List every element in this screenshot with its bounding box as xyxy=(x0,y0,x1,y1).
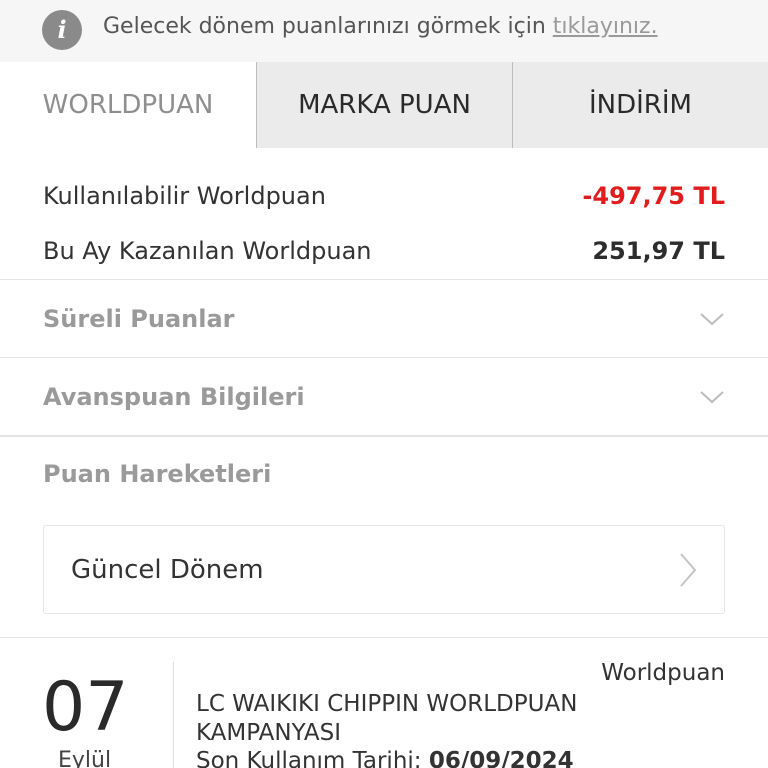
period-label: Güncel Dönem xyxy=(71,554,264,585)
advance-points-title: Avanspuan Bilgileri xyxy=(43,383,305,411)
chevron-right-icon xyxy=(680,552,697,587)
available-points-value: -497,75 TL xyxy=(582,182,725,210)
tab-worldpuan[interactable]: WORLDPUAN xyxy=(0,62,256,148)
earned-points-label: Bu Ay Kazanılan Worldpuan xyxy=(43,237,372,265)
info-icon: i xyxy=(42,10,82,50)
entry-expiry-value: 06/09/2024 xyxy=(428,748,574,768)
entry-month: Eylül xyxy=(58,748,112,768)
entry-title: LC WAIKIKI CHIPPIN WORLDPUAN KAMPANYASI xyxy=(196,691,578,746)
tab-indirim[interactable]: İNDİRİM xyxy=(512,62,768,148)
tab-marka-puan[interactable]: MARKA PUAN xyxy=(256,62,512,148)
info-message-text: Gelecek dönem puanlarınızı görmek için xyxy=(103,14,553,39)
timed-points-accordion[interactable]: Süreli Puanlar xyxy=(0,281,768,357)
entry-type: Worldpuan xyxy=(601,660,725,686)
entry-expiry-label: Son Kullanım Tarihi: xyxy=(196,748,429,768)
entry-expiry: Son Kullanım Tarihi: 06/09/2024 xyxy=(196,748,574,768)
available-points-row: Kullanılabilir Worldpuan -497,75 TL xyxy=(43,176,725,216)
advance-points-accordion[interactable]: Avanspuan Bilgileri xyxy=(0,359,768,435)
period-selector[interactable]: Güncel Dönem xyxy=(43,525,725,614)
info-bar: i Gelecek dönem puanlarınızı görmek için… xyxy=(0,0,768,62)
future-points-link[interactable]: tıklayınız. xyxy=(553,14,658,39)
divider xyxy=(0,435,768,437)
available-points-label: Kullanılabilir Worldpuan xyxy=(43,182,326,210)
timed-points-title: Süreli Puanlar xyxy=(43,305,235,333)
points-tabs: WORLDPUAN MARKA PUAN İNDİRİM xyxy=(0,62,768,148)
info-message: Gelecek dönem puanlarınızı görmek için t… xyxy=(103,12,658,42)
earned-points-value: 251,97 TL xyxy=(592,237,725,265)
entry-divider xyxy=(173,662,174,768)
chevron-down-icon xyxy=(700,391,724,404)
earned-points-row: Bu Ay Kazanılan Worldpuan 251,97 TL xyxy=(43,231,725,271)
divider xyxy=(0,357,768,358)
chevron-down-icon xyxy=(700,313,724,326)
point-movements-title: Puan Hareketleri xyxy=(43,460,272,488)
divider xyxy=(0,279,768,280)
entry-day: 07 xyxy=(42,668,129,747)
